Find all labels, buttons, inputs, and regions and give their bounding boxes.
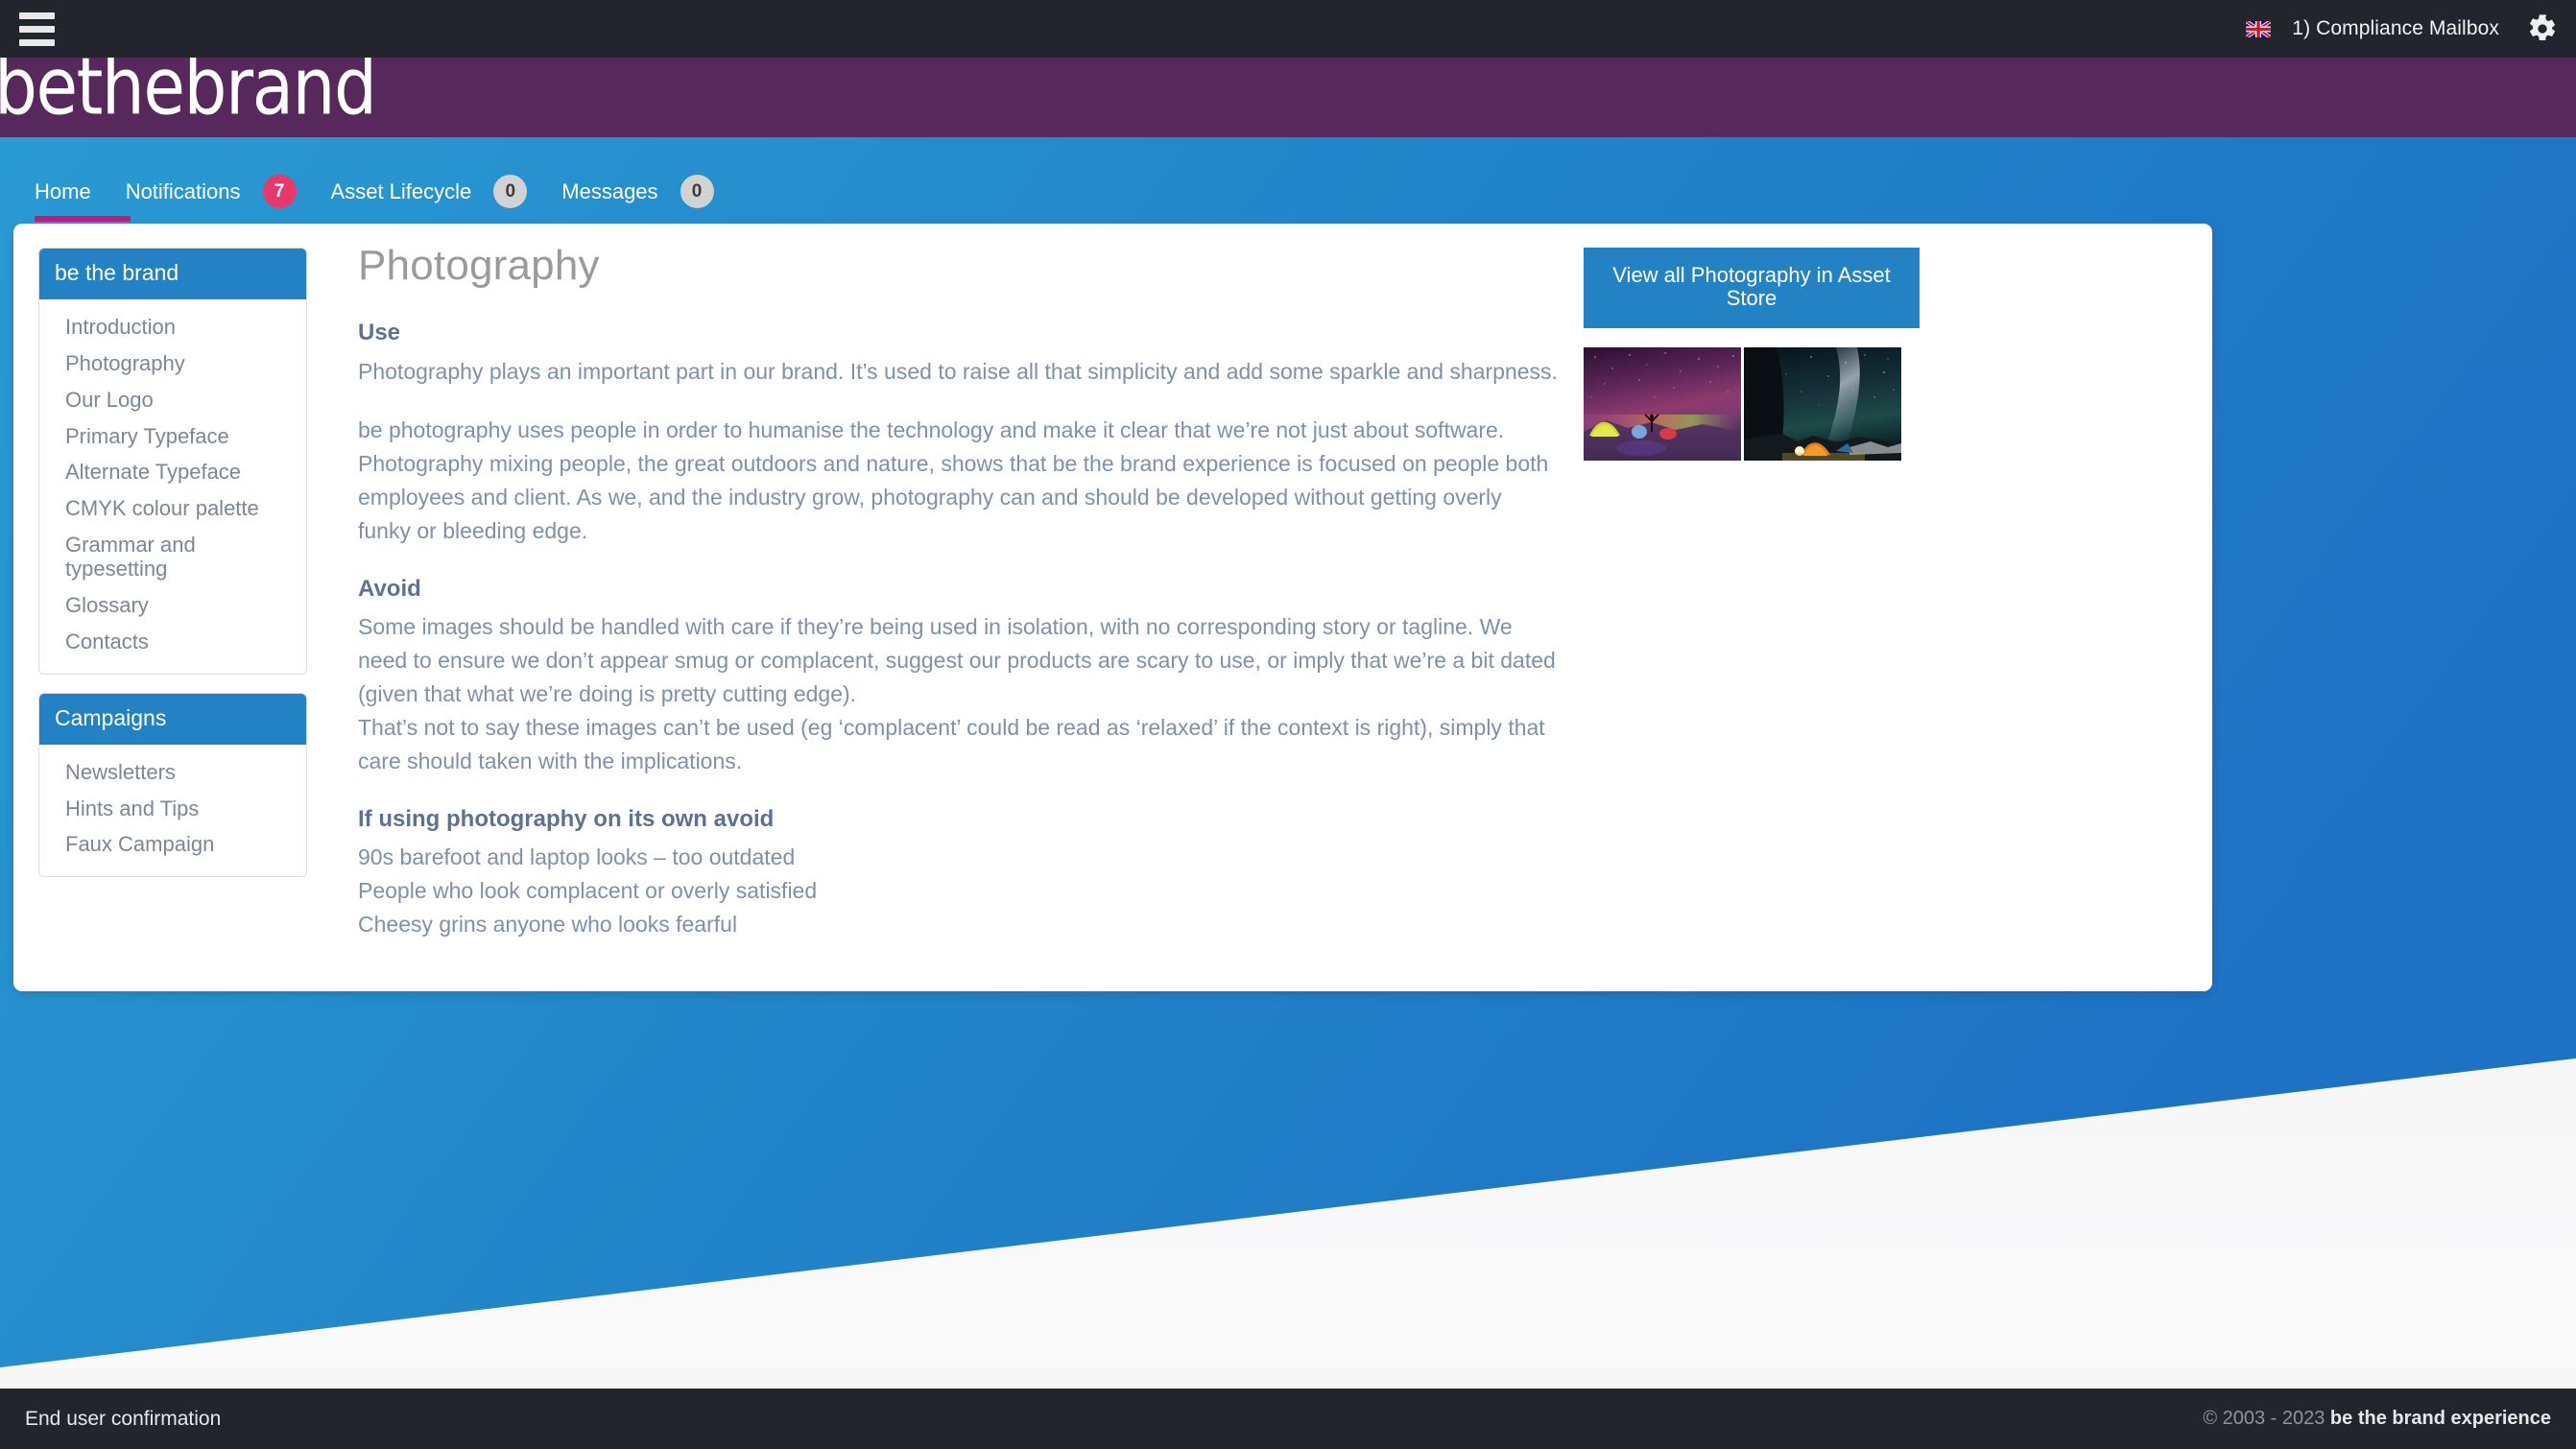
sidebar-item-newsletters[interactable]: Newsletters [39, 754, 306, 791]
sidebar-item-alternate-typeface[interactable]: Alternate Typeface [39, 454, 306, 490]
sidebar-item-hints-and-tips[interactable]: Hints and Tips [39, 791, 306, 827]
page-footer: End user confirmation © 2003 - 2023 be t… [0, 1389, 2576, 1449]
sidebar-group-items: Introduction Photography Our Logo Primar… [39, 299, 306, 673]
copyright-notice: © 2003 - 2023 be the brand experience [2203, 1408, 2551, 1430]
tab-asset-lifecycle[interactable]: Asset Lifecycle 0 [314, 165, 545, 218]
sidebar-item-glossary[interactable]: Glossary [39, 587, 306, 624]
notifications-badge: 7 [262, 175, 297, 208]
own-avoid-item-2: People who look complacent or overly sat… [358, 878, 818, 904]
section-heading-own-use: If using photography on its own avoid [358, 805, 775, 832]
own-avoid-item-1: 90s barefoot and laptop looks – too outd… [358, 843, 796, 869]
sidebar-item-primary-typeface[interactable]: Primary Typeface [39, 418, 306, 455]
sidebar-item-grammar-and-typesetting[interactable]: Grammar and typesetting [39, 527, 306, 587]
tab-messages[interactable]: Messages 0 [544, 165, 730, 218]
photography-thumbnails [1584, 347, 1920, 462]
compliance-mailbox-link[interactable]: 1) Compliance Mailbox [2292, 17, 2499, 40]
gear-icon[interactable] [2526, 12, 2559, 45]
tab-home-label: Home [35, 178, 91, 203]
sidebar-group-items: Newsletters Hints and Tips Faux Campaign [39, 745, 306, 876]
sidebar-item-cmyk-colour-palette[interactable]: CMYK colour palette [39, 490, 306, 527]
main-nav-bar: Home Notifications 7 Asset Lifecycle 0 M… [0, 137, 2576, 222]
sidebar-item-faux-campaign[interactable]: Faux Campaign [39, 826, 306, 863]
avoid-paragraph-1: Some images should be handled with care … [358, 613, 1556, 707]
milky-way-camping-image [1744, 347, 1901, 462]
nav-tab-list: Home Notifications 7 Asset Lifecycle 0 M… [0, 137, 2576, 222]
messages-badge: 0 [680, 175, 714, 208]
article-body: Photography Use Photography plays an imp… [307, 237, 1574, 964]
use-paragraph-1: Photography plays an important part in o… [358, 358, 1558, 384]
asset-lifecycle-badge: 0 [493, 175, 528, 208]
section-heading-use: Use [358, 320, 401, 346]
own-avoid-item-3: Cheesy grins anyone who looks fearful [358, 912, 738, 938]
hamburger-icon[interactable] [13, 8, 60, 50]
section-heading-avoid: Avoid [358, 575, 421, 602]
avoid-paragraph-2: That’s not to say these images can’t be … [358, 715, 1545, 774]
tab-messages-label: Messages [561, 178, 658, 203]
top-utility-bar: 1) Compliance Mailbox [0, 0, 2576, 58]
copyright-brand: be the brand experience [2329, 1408, 2551, 1429]
view-all-photography-button[interactable]: View all Photography in Asset Store [1584, 248, 1920, 329]
sidebar-item-photography[interactable]: Photography [39, 345, 306, 382]
tab-notifications-label: Notifications [125, 178, 241, 203]
hamburger-bar [18, 38, 55, 46]
hamburger-bar [18, 12, 55, 19]
tab-home[interactable]: Home [17, 165, 131, 222]
aurora-camping-thumbnail[interactable] [1584, 347, 1741, 462]
end-user-confirmation-link[interactable]: End user confirmation [25, 1408, 221, 1431]
aurora-camping-image [1584, 347, 1741, 462]
tab-notifications[interactable]: Notifications 7 [108, 165, 314, 218]
right-rail: View all Photography in Asset Store [1574, 237, 1920, 964]
sidebar-item-our-logo[interactable]: Our Logo [39, 382, 306, 418]
sidebar-group-title: Campaigns [39, 693, 306, 745]
top-utility-actions: 1) Compliance Mailbox [2246, 12, 2576, 45]
copyright-years: © 2003 - 2023 [2203, 1408, 2330, 1429]
tab-asset-lifecycle-label: Asset Lifecycle [330, 178, 472, 203]
hamburger-bar [18, 25, 55, 33]
sidebar-nav: be the brand Introduction Photography Ou… [38, 237, 307, 964]
sidebar-group-title: be the brand [39, 249, 306, 300]
main-content-card: be the brand Introduction Photography Ou… [13, 224, 2212, 991]
union-jack-svg [2246, 20, 2272, 37]
sidebar-item-contacts[interactable]: Contacts [39, 624, 306, 660]
milky-way-camping-thumbnail[interactable] [1744, 347, 1901, 462]
gear-glyph [2530, 14, 2555, 40]
sidebar-group-be-the-brand: be the brand Introduction Photography Ou… [38, 248, 307, 675]
page-title: Photography [358, 242, 600, 289]
sidebar-group-campaigns: Campaigns Newsletters Hints and Tips Fau… [38, 692, 307, 878]
bethebrand-logo[interactable]: bethebrand [0, 58, 377, 127]
use-paragraph-2: be photography uses people in order to h… [358, 416, 1549, 544]
uk-flag-icon[interactable] [2246, 20, 2272, 37]
brand-bar: bethebrand [0, 58, 2576, 137]
sidebar-item-introduction[interactable]: Introduction [39, 309, 306, 345]
